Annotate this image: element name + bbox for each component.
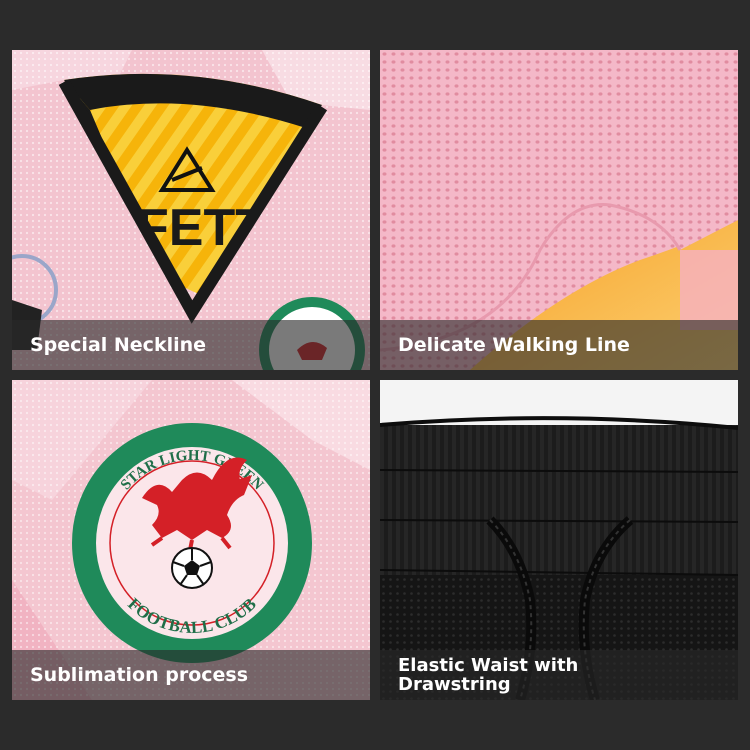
caption-delicate-walking-line: Delicate Walking Line: [380, 320, 738, 370]
caption-elastic-waist: Elastic Waist with Drawstring: [380, 650, 738, 700]
football-icon: [171, 547, 213, 589]
caption-elastic-waist-line2: Drawstring: [398, 674, 511, 695]
product-feature-grid: FETT Special Neckline Delicate Walking L…: [0, 0, 750, 750]
caption-special-neckline: Special Neckline: [12, 320, 370, 370]
panel-elastic-waist: Elastic Waist with Drawstring: [380, 380, 738, 700]
panel-sublimation-process: STAR LIGHT GREEN FOOTBALL CLUB Sublimati…: [12, 380, 370, 700]
caption-sublimation-process: Sublimation process: [12, 650, 370, 700]
panel-delicate-walking-line: Delicate Walking Line: [380, 50, 738, 370]
caption-elastic-waist-line1: Elastic Waist with: [398, 655, 579, 676]
panel-special-neckline: FETT Special Neckline: [12, 50, 370, 370]
